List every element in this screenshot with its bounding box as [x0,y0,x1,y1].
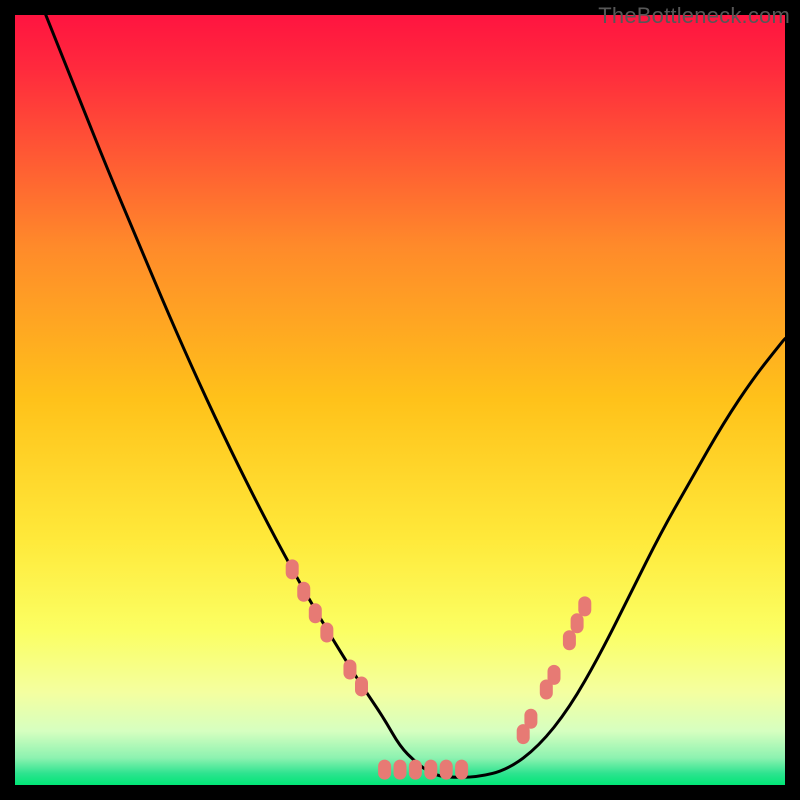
curve-marker [286,559,299,579]
plot-area [15,15,785,785]
curve-marker [378,760,391,780]
curve-marker [297,582,310,602]
chart-frame: TheBottleneck.com [0,0,800,800]
curve-marker [524,709,537,729]
curve-marker [320,623,333,643]
curve-marker [409,760,422,780]
curve-marker [355,676,368,696]
bottleneck-chart [15,15,785,785]
gradient-background [15,15,785,785]
curve-marker [548,665,561,685]
curve-marker [309,603,322,623]
curve-marker [394,760,407,780]
curve-marker [343,660,356,680]
curve-marker [424,760,437,780]
curve-marker [563,630,576,650]
curve-marker [440,760,453,780]
curve-marker [571,613,584,633]
curve-marker [578,596,591,616]
watermark-label: TheBottleneck.com [598,3,790,29]
curve-marker [455,760,468,780]
